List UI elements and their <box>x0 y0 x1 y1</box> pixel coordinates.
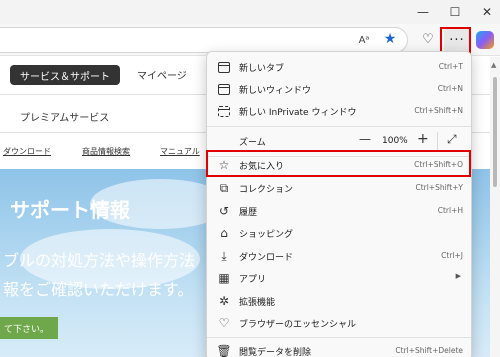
inprivate-icon <box>216 103 232 119</box>
delete-data-icon: 🗑 <box>216 344 232 357</box>
nav-support-tab[interactable]: サービス＆サポート <box>10 65 120 85</box>
menu-item-history[interactable]: ↺ 履歴 Ctrl+H <box>207 200 471 222</box>
page-scrollbar[interactable]: ▲ <box>490 57 500 357</box>
scroll-up-arrow-icon[interactable]: ▲ <box>491 61 496 69</box>
apps-icon: ▦ <box>218 271 230 285</box>
new-window-icon <box>216 81 232 97</box>
sublink-product-search[interactable]: 商品情報検索 <box>82 146 130 157</box>
menu-item-new-tab[interactable]: 新しいタブ Ctrl+T <box>207 56 471 78</box>
hero-text-line2: 報をご確認いただけます。 <box>3 280 194 299</box>
menu-item-shortcut: Ctrl+J <box>441 251 463 260</box>
download-icon: ⤓ <box>221 248 227 263</box>
zoom-out-button[interactable]: — <box>359 132 371 146</box>
history-icon: ↺ <box>218 204 230 218</box>
sublink-download[interactable]: ダウンロード <box>3 146 51 157</box>
browser-essentials-icon[interactable]: ♡ <box>420 31 436 47</box>
zoom-level: 100% <box>382 136 408 146</box>
menu-item-shopping[interactable]: ⌂ ショッピング <box>207 222 471 244</box>
menu-item-shortcut: Ctrl+H <box>437 206 463 215</box>
menu-separator <box>207 126 471 127</box>
menu-item-label: ズーム <box>239 138 266 148</box>
favorite-star-icon[interactable]: ★ <box>382 31 398 47</box>
nav-mypage-link[interactable]: マイページ <box>137 67 187 82</box>
extensions-icon: ✲ <box>218 294 230 308</box>
settings-and-more-menu: 新しいタブ Ctrl+T 新しいウィンドウ Ctrl+N 新しい InPriva… <box>206 51 472 357</box>
menu-item-label: 履歴 <box>239 208 258 218</box>
menu-item-shortcut: Ctrl+Shift+Y <box>415 183 463 192</box>
shopping-icon: ⌂ <box>220 226 228 240</box>
chevron-right-icon: ▶ <box>455 272 461 280</box>
menu-item-label: 新しい InPrivate ウィンドウ <box>239 108 357 118</box>
close-window-button[interactable]: ✕ <box>470 0 500 24</box>
hero-text-line1: ブルの対処方法や操作方法 <box>3 251 196 270</box>
menu-item-shortcut: Ctrl+T <box>438 62 463 71</box>
menu-separator <box>207 337 471 338</box>
read-aloud-icon[interactable]: Aᵃ <box>356 32 372 48</box>
address-bar[interactable] <box>0 27 408 53</box>
menu-item-label: 新しいタブ <box>239 64 285 74</box>
menu-item-label: アプリ <box>239 275 267 285</box>
menu-item-label: 新しいウィンドウ <box>239 86 312 96</box>
menu-item-label: ダウンロード <box>239 253 294 263</box>
scroll-thumb[interactable] <box>493 77 497 187</box>
copilot-icon[interactable] <box>476 31 494 49</box>
hero-title: サポート情報 <box>10 198 130 222</box>
menu-item-label: コレクション <box>239 185 294 195</box>
menu-item-extensions[interactable]: ✲ 拡張機能 <box>207 290 471 312</box>
menu-item-apps[interactable]: ▦ アプリ ▶ <box>207 267 471 289</box>
fullscreen-icon[interactable]: ⤢ <box>447 132 457 147</box>
zoom-in-button[interactable]: + <box>417 131 429 147</box>
essentials-icon: ♡ <box>218 316 230 330</box>
menu-item-zoom: ズーム — 100% + ⤢ <box>207 130 471 152</box>
new-tab-icon <box>216 59 232 75</box>
menu-item-label: 閲覧データを削除 <box>239 348 312 357</box>
minimize-button[interactable]: — <box>406 0 440 24</box>
premium-service-link[interactable]: プレミアムサービス <box>20 109 109 124</box>
menu-item-label: ブラウザーのエッセンシャル <box>239 320 357 330</box>
menu-item-new-window[interactable]: 新しいウィンドウ Ctrl+N <box>207 78 471 100</box>
menu-item-shortcut: Ctrl+Shift+N <box>414 106 463 115</box>
menu-item-downloads[interactable]: ⤓ ダウンロード Ctrl+J <box>207 245 471 267</box>
sublink-manual[interactable]: マニュアル <box>160 146 200 157</box>
menu-item-collections[interactable]: ⧉ コレクション Ctrl+Shift+Y <box>207 177 471 199</box>
menu-item-label: ショッピング <box>239 230 294 240</box>
title-bar: — ☐ ✕ <box>0 0 500 24</box>
favorites-highlight <box>206 150 471 177</box>
menu-item-browser-essentials[interactable]: ♡ ブラウザーのエッセンシャル <box>207 312 471 334</box>
hero-cta-button[interactable]: て下さい。 <box>0 317 58 339</box>
menu-item-shortcut: Ctrl+Shift+Delete <box>395 346 463 355</box>
maximize-button[interactable]: ☐ <box>438 0 472 24</box>
menu-item-new-inprivate-window[interactable]: 新しい InPrivate ウィンドウ Ctrl+Shift+N <box>207 100 471 122</box>
menu-item-shortcut: Ctrl+N <box>437 84 463 93</box>
zoom-divider <box>437 132 438 150</box>
menu-item-label: 拡張機能 <box>239 298 276 308</box>
menu-item-delete-browsing-data[interactable]: 🗑 閲覧データを削除 Ctrl+Shift+Delete <box>207 340 471 357</box>
collections-icon: ⧉ <box>219 180 229 195</box>
